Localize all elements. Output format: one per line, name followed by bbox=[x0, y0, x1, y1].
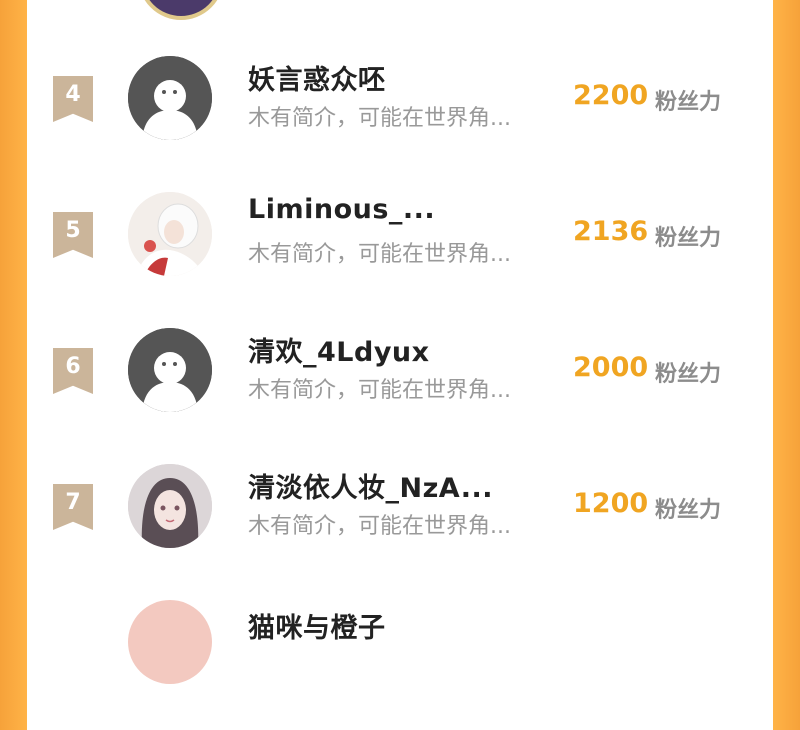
user-name[interactable]: 妖言惑众呸 bbox=[248, 58, 386, 97]
list-item[interactable]: 7 清淡依人妆_NzA... 木有简介，可能在世界角... 1200 粉丝力 bbox=[27, 464, 773, 594]
rank-badge: 6 bbox=[53, 348, 93, 394]
anime-girl-dark-hair-photo[interactable] bbox=[128, 464, 212, 548]
user-bio: 木有简介，可能在世界角... bbox=[248, 242, 511, 267]
user-name[interactable]: 清欢_4Ldyux bbox=[248, 330, 430, 369]
user-name[interactable]: 猫咪与橙子 bbox=[248, 606, 386, 645]
fan-score: 2200 bbox=[573, 80, 649, 111]
user-name[interactable]: 清淡依人妆_NzA... bbox=[248, 466, 493, 505]
rank-badge: 5 bbox=[53, 212, 93, 258]
fan-score: 2000 bbox=[573, 352, 649, 383]
user-bio: 木有简介，可能在世界角... bbox=[248, 106, 511, 131]
user-bio: 木有简介，可能在世界角... bbox=[248, 514, 511, 539]
next-row-avatar[interactable] bbox=[128, 600, 212, 684]
list-item[interactable]: 猫咪与橙子 bbox=[27, 600, 773, 730]
fan-score-unit: 粉丝力 bbox=[655, 362, 722, 387]
user-name[interactable]: Liminous_... bbox=[248, 194, 435, 225]
fan-score-unit: 粉丝力 bbox=[655, 90, 722, 115]
anime-girl-white-hair-photo[interactable] bbox=[128, 192, 212, 276]
rank-badge: 7 bbox=[53, 484, 93, 530]
list-item[interactable]: 6 清欢_4Ldyux 木有简介，可能在世界角... 2000 粉丝力 bbox=[27, 328, 773, 458]
default-avatar-icon[interactable] bbox=[128, 56, 212, 140]
list-item[interactable]: 4 妖言惑众呸 木有简介，可能在世界角... 2200 粉丝力 bbox=[27, 56, 773, 186]
previous-row-avatar[interactable] bbox=[138, 0, 224, 20]
fan-score: 2136 bbox=[573, 216, 649, 247]
user-bio: 木有简介，可能在世界角... bbox=[248, 378, 511, 403]
fan-score: 1200 bbox=[573, 488, 649, 519]
rank-badge: 4 bbox=[53, 76, 93, 122]
list-item[interactable]: 5 Liminous_... 木有简介，可能在世界角... 2136 粉丝力 bbox=[27, 192, 773, 322]
default-avatar-icon[interactable] bbox=[128, 328, 212, 412]
fan-score-unit: 粉丝力 bbox=[655, 226, 722, 251]
leaderboard-panel: 4 妖言惑众呸 木有简介，可能在世界角... 2200 粉丝力 5 Limino… bbox=[27, 0, 773, 684]
fan-score-unit: 粉丝力 bbox=[655, 498, 722, 523]
